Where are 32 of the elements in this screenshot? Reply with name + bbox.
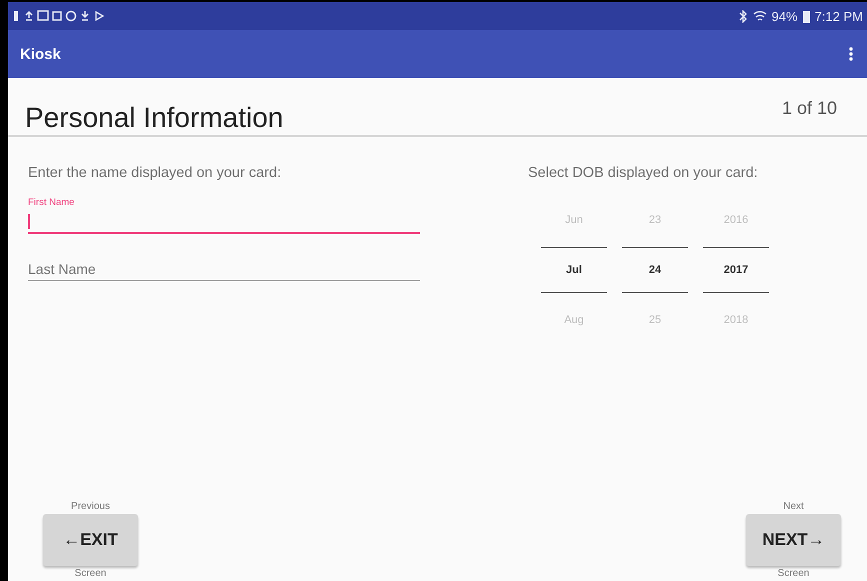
download-icon	[81, 10, 89, 21]
dob-prompt: Select DOB displayed on your card:	[528, 165, 759, 181]
picker-item[interactable]: Aug	[541, 293, 607, 347]
upload-icon	[25, 10, 33, 21]
overflow-menu-icon[interactable]	[849, 47, 853, 61]
button-caption: Screen	[74, 568, 106, 579]
circle-icon	[66, 10, 76, 22]
button-caption: Next	[783, 501, 804, 512]
page-title: Personal Information	[25, 102, 284, 135]
play-icon	[95, 10, 104, 22]
picker-item[interactable]: 2017	[703, 247, 769, 293]
name-field[interactable]: First Name	[28, 197, 420, 234]
picker-item[interactable]: 2018	[703, 293, 769, 347]
step-counter: 1 of 10	[782, 98, 837, 120]
app-title: Kiosk	[20, 46, 61, 62]
bluetooth-icon	[738, 10, 748, 22]
name-prompt: Enter the name displayed on your card:	[28, 165, 282, 181]
name-field[interactable]: Last Name	[28, 253, 420, 281]
picker-item[interactable]: 23	[622, 193, 688, 247]
picker-item[interactable]: 24	[622, 247, 688, 293]
exit-button[interactable]: ←EXIT	[43, 514, 138, 566]
picker-item[interactable]: 2016	[703, 193, 769, 247]
picker-item[interactable]: Jul	[541, 247, 607, 293]
battery-icon	[802, 10, 810, 22]
next-button[interactable]: NEXT→	[746, 514, 841, 566]
button-caption: Previous	[71, 501, 110, 512]
button-caption: Screen	[778, 568, 810, 579]
picker-item[interactable]: 25	[622, 293, 688, 347]
clock: 7:12 PM	[814, 8, 863, 24]
wifi-icon	[752, 10, 767, 22]
battery-percentage: 94%	[772, 8, 798, 24]
picker-item[interactable]: Jun	[541, 193, 607, 247]
